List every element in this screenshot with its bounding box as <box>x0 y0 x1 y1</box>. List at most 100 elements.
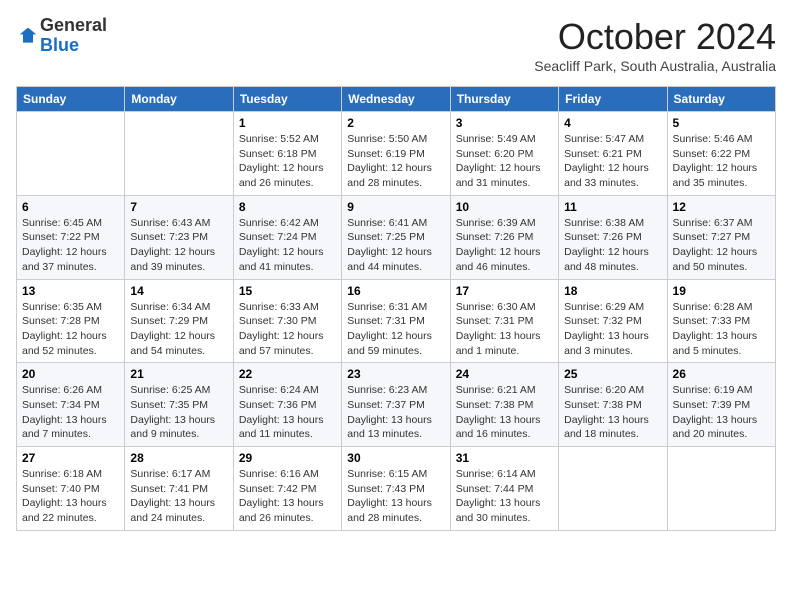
day-detail: Sunrise: 6:43 AM Sunset: 7:23 PM Dayligh… <box>130 216 227 275</box>
day-detail: Sunrise: 6:39 AM Sunset: 7:26 PM Dayligh… <box>456 216 553 275</box>
day-detail: Sunrise: 5:47 AM Sunset: 6:21 PM Dayligh… <box>564 132 661 191</box>
calendar-week-row: 20 Sunrise: 6:26 AM Sunset: 7:34 PM Dayli… <box>17 363 776 447</box>
calendar-day-cell: 3 Sunrise: 5:49 AM Sunset: 6:20 PM Daylig… <box>450 112 558 196</box>
calendar-day-cell: 2Sunrise: 5:50 AM Sunset: 6:19 PM Daylig… <box>342 112 450 196</box>
day-number: 5 <box>673 116 770 130</box>
calendar-day-cell: 13 Sunrise: 6:35 AM Sunset: 7:28 PM Dayli… <box>17 279 125 363</box>
day-number: 26 <box>673 367 770 381</box>
day-detail: Sunrise: 6:29 AM Sunset: 7:32 PM Dayligh… <box>564 300 661 359</box>
calendar-day-cell: 12 Sunrise: 6:37 AM Sunset: 7:27 PM Dayli… <box>667 195 775 279</box>
calendar-day-cell: 23 Sunrise: 6:23 AM Sunset: 7:37 PM Dayli… <box>342 363 450 447</box>
day-number: 28 <box>130 451 227 465</box>
calendar-day-cell: 30Sunrise: 6:15 AM Sunset: 7:43 PM Dayli… <box>342 447 450 531</box>
day-number: 23 <box>347 367 444 381</box>
day-number: 29 <box>239 451 336 465</box>
day-detail: Sunrise: 6:35 AM Sunset: 7:28 PM Dayligh… <box>22 300 119 359</box>
calendar-day-cell <box>667 447 775 531</box>
calendar-day-cell: 14Sunrise: 6:34 AM Sunset: 7:29 PM Dayli… <box>125 279 233 363</box>
calendar-week-row: 27Sunrise: 6:18 AM Sunset: 7:40 PM Dayli… <box>17 447 776 531</box>
day-number: 7 <box>130 200 227 214</box>
day-number: 22 <box>239 367 336 381</box>
calendar-day-cell: 31 Sunrise: 6:14 AM Sunset: 7:44 PM Dayli… <box>450 447 558 531</box>
day-number: 10 <box>456 200 553 214</box>
day-number: 15 <box>239 284 336 298</box>
calendar-table: SundayMondayTuesdayWednesdayThursdayFrid… <box>16 86 776 531</box>
calendar-day-cell <box>125 112 233 196</box>
day-detail: Sunrise: 6:42 AM Sunset: 7:24 PM Dayligh… <box>239 216 336 275</box>
calendar-day-cell: 4Sunrise: 5:47 AM Sunset: 6:21 PM Daylig… <box>559 112 667 196</box>
calendar-day-cell: 22Sunrise: 6:24 AM Sunset: 7:36 PM Dayli… <box>233 363 341 447</box>
calendar-day-cell: 9Sunrise: 6:41 AM Sunset: 7:25 PM Daylig… <box>342 195 450 279</box>
day-number: 11 <box>564 200 661 214</box>
calendar-day-cell: 28 Sunrise: 6:17 AM Sunset: 7:41 PM Dayli… <box>125 447 233 531</box>
day-number: 25 <box>564 367 661 381</box>
logo-blue: Blue <box>40 36 107 56</box>
calendar-day-cell <box>17 112 125 196</box>
calendar-day-cell: 6 Sunrise: 6:45 AM Sunset: 7:22 PM Daylig… <box>17 195 125 279</box>
day-detail: Sunrise: 6:19 AM Sunset: 7:39 PM Dayligh… <box>673 383 770 442</box>
page-header: General Blue October 2024 Seacliff Park,… <box>16 16 776 74</box>
calendar-day-cell: 5 Sunrise: 5:46 AM Sunset: 6:22 PM Daylig… <box>667 112 775 196</box>
calendar-day-cell: 21Sunrise: 6:25 AM Sunset: 7:35 PM Dayli… <box>125 363 233 447</box>
calendar-week-row: 13 Sunrise: 6:35 AM Sunset: 7:28 PM Dayli… <box>17 279 776 363</box>
location-subtitle: Seacliff Park, South Australia, Australi… <box>534 58 776 74</box>
calendar-day-cell: 11 Sunrise: 6:38 AM Sunset: 7:26 PM Dayli… <box>559 195 667 279</box>
day-number: 8 <box>239 200 336 214</box>
calendar-day-cell: 16 Sunrise: 6:31 AM Sunset: 7:31 PM Dayli… <box>342 279 450 363</box>
day-detail: Sunrise: 5:52 AM Sunset: 6:18 PM Dayligh… <box>239 132 336 191</box>
day-detail: Sunrise: 5:46 AM Sunset: 6:22 PM Dayligh… <box>673 132 770 191</box>
calendar-day-cell: 19Sunrise: 6:28 AM Sunset: 7:33 PM Dayli… <box>667 279 775 363</box>
calendar-day-cell: 8 Sunrise: 6:42 AM Sunset: 7:24 PM Daylig… <box>233 195 341 279</box>
calendar-day-cell: 25 Sunrise: 6:20 AM Sunset: 7:38 PM Dayli… <box>559 363 667 447</box>
day-detail: Sunrise: 5:50 AM Sunset: 6:19 PM Dayligh… <box>347 132 444 191</box>
month-year-title: October 2024 <box>534 16 776 58</box>
calendar-day-cell: 10 Sunrise: 6:39 AM Sunset: 7:26 PM Dayli… <box>450 195 558 279</box>
day-number: 19 <box>673 284 770 298</box>
calendar-day-cell: 27Sunrise: 6:18 AM Sunset: 7:40 PM Dayli… <box>17 447 125 531</box>
weekday-header-cell: Sunday <box>17 87 125 112</box>
day-detail: Sunrise: 6:21 AM Sunset: 7:38 PM Dayligh… <box>456 383 553 442</box>
day-number: 16 <box>347 284 444 298</box>
day-detail: Sunrise: 6:26 AM Sunset: 7:34 PM Dayligh… <box>22 383 119 442</box>
calendar-body: 1 Sunrise: 5:52 AM Sunset: 6:18 PM Daylig… <box>17 112 776 531</box>
day-detail: Sunrise: 5:49 AM Sunset: 6:20 PM Dayligh… <box>456 132 553 191</box>
day-detail: Sunrise: 6:14 AM Sunset: 7:44 PM Dayligh… <box>456 467 553 526</box>
calendar-day-cell: 24 Sunrise: 6:21 AM Sunset: 7:38 PM Dayli… <box>450 363 558 447</box>
day-number: 18 <box>564 284 661 298</box>
day-detail: Sunrise: 6:16 AM Sunset: 7:42 PM Dayligh… <box>239 467 336 526</box>
day-detail: Sunrise: 6:15 AM Sunset: 7:43 PM Dayligh… <box>347 467 444 526</box>
day-number: 12 <box>673 200 770 214</box>
weekday-header-cell: Monday <box>125 87 233 112</box>
day-detail: Sunrise: 6:31 AM Sunset: 7:31 PM Dayligh… <box>347 300 444 359</box>
calendar-day-cell: 1 Sunrise: 5:52 AM Sunset: 6:18 PM Daylig… <box>233 112 341 196</box>
day-detail: Sunrise: 6:23 AM Sunset: 7:37 PM Dayligh… <box>347 383 444 442</box>
day-number: 3 <box>456 116 553 130</box>
calendar-week-row: 1 Sunrise: 5:52 AM Sunset: 6:18 PM Daylig… <box>17 112 776 196</box>
day-detail: Sunrise: 6:30 AM Sunset: 7:31 PM Dayligh… <box>456 300 553 359</box>
weekday-header-cell: Wednesday <box>342 87 450 112</box>
day-number: 6 <box>22 200 119 214</box>
weekday-header-row: SundayMondayTuesdayWednesdayThursdayFrid… <box>17 87 776 112</box>
logo-icon <box>18 26 38 46</box>
day-number: 1 <box>239 116 336 130</box>
day-number: 24 <box>456 367 553 381</box>
day-number: 20 <box>22 367 119 381</box>
calendar-week-row: 6 Sunrise: 6:45 AM Sunset: 7:22 PM Daylig… <box>17 195 776 279</box>
day-detail: Sunrise: 6:17 AM Sunset: 7:41 PM Dayligh… <box>130 467 227 526</box>
day-detail: Sunrise: 6:38 AM Sunset: 7:26 PM Dayligh… <box>564 216 661 275</box>
logo-general: General <box>40 16 107 36</box>
day-number: 31 <box>456 451 553 465</box>
day-detail: Sunrise: 6:20 AM Sunset: 7:38 PM Dayligh… <box>564 383 661 442</box>
day-number: 14 <box>130 284 227 298</box>
weekday-header-cell: Thursday <box>450 87 558 112</box>
weekday-header-cell: Friday <box>559 87 667 112</box>
weekday-header-cell: Tuesday <box>233 87 341 112</box>
logo-text: General Blue <box>40 16 107 56</box>
day-detail: Sunrise: 6:33 AM Sunset: 7:30 PM Dayligh… <box>239 300 336 359</box>
day-number: 27 <box>22 451 119 465</box>
day-number: 13 <box>22 284 119 298</box>
day-detail: Sunrise: 6:37 AM Sunset: 7:27 PM Dayligh… <box>673 216 770 275</box>
weekday-header-cell: Saturday <box>667 87 775 112</box>
day-detail: Sunrise: 6:45 AM Sunset: 7:22 PM Dayligh… <box>22 216 119 275</box>
calendar-day-cell: 15 Sunrise: 6:33 AM Sunset: 7:30 PM Dayli… <box>233 279 341 363</box>
